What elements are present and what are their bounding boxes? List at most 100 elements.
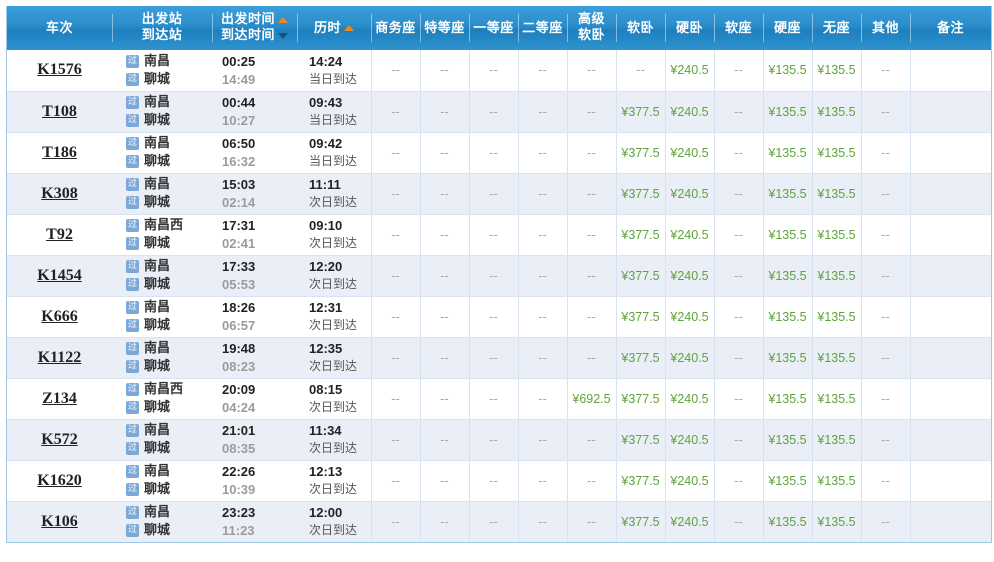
duration-value: 12:13: [309, 464, 343, 479]
train-code-link[interactable]: T186: [42, 144, 77, 161]
table-row[interactable]: K666 过南昌过聊城 18:26 06:57 12:31 次日到达 -- -- -- -- -- ¥…: [7, 296, 991, 338]
departure-station-name: 南昌: [144, 423, 171, 438]
column-header-no-seat[interactable]: 无座: [812, 6, 861, 50]
cell-soft-seat: --: [714, 460, 764, 502]
cell-no-seat: ¥135.5: [812, 173, 862, 215]
no-seat-price: ¥135.5: [817, 350, 856, 365]
train-code-link[interactable]: T92: [46, 226, 73, 243]
arrival-station-name: 聊城: [144, 71, 171, 87]
cell-premium-soft-sleeper: --: [567, 132, 617, 174]
cell-other: --: [861, 501, 911, 542]
column-header-train-code[interactable]: 车次: [7, 6, 112, 50]
other-unavailable: --: [881, 350, 890, 365]
station-list: 过南昌过聊城: [126, 423, 210, 456]
second-class-seat-unavailable: --: [538, 268, 547, 283]
table-row[interactable]: K1576 过南昌过聊城 00:25 14:49 14:24 当日到达 -- -- -- -- --…: [7, 50, 991, 92]
business-seat-unavailable: --: [391, 514, 400, 529]
sort-ascending-arrow-icon[interactable]: [344, 25, 354, 31]
train-code-link[interactable]: T108: [42, 103, 77, 120]
table-row[interactable]: T186 过南昌过聊城 06:50 16:32 09:42 当日到达 -- -- -- -- -- ¥…: [7, 132, 991, 174]
column-header-soft-sleeper[interactable]: 软卧: [616, 6, 665, 50]
cell-no-seat: ¥135.5: [812, 296, 862, 338]
cell-stations: 过南昌西过聊城: [112, 378, 212, 420]
train-code-link[interactable]: K666: [41, 308, 77, 325]
cell-times: 19:48 08:23: [212, 337, 297, 379]
departure-time: 18:26: [222, 300, 256, 315]
soft-sleeper-unavailable: --: [636, 63, 645, 78]
cell-business-seat: --: [371, 173, 421, 215]
column-header-other[interactable]: 其他: [861, 6, 910, 50]
cell-premium-soft-sleeper: --: [567, 50, 617, 92]
arrival-time: 02:14: [222, 195, 256, 210]
cell-hard-seat: ¥135.5: [763, 378, 813, 420]
cell-train-code: K666: [7, 296, 112, 338]
column-header-special-seat[interactable]: 特等座: [420, 6, 469, 50]
first-class-seat-unavailable: --: [489, 309, 498, 324]
arrival-time: 14:49: [222, 71, 256, 87]
other-unavailable: --: [881, 104, 890, 119]
column-header-station-from-label: 出发站: [141, 12, 183, 27]
cell-soft-sleeper: ¥377.5: [616, 214, 666, 256]
column-header-hard-seat[interactable]: 硬座: [763, 6, 812, 50]
table-row[interactable]: T108 过南昌过聊城 00:44 10:27 09:43 当日到达 -- -- -- -- -- ¥…: [7, 91, 991, 133]
soft-sleeper-price: ¥377.5: [621, 432, 660, 447]
cell-no-seat: ¥135.5: [812, 337, 862, 379]
train-code-link[interactable]: K1122: [38, 349, 82, 366]
sort-ascending-arrow-icon[interactable]: [278, 17, 288, 23]
train-code-link[interactable]: K308: [41, 185, 77, 202]
cell-times: 21:01 08:35: [212, 419, 297, 461]
cell-hard-sleeper: ¥240.5: [665, 501, 715, 542]
train-code-link[interactable]: Z134: [42, 390, 77, 407]
table-row[interactable]: Z134 过南昌西过聊城 20:09 04:24 08:15 次日到达 -- -- -- -- ¥6…: [7, 378, 991, 420]
soft-seat-unavailable: --: [734, 268, 743, 283]
train-code-link[interactable]: K1454: [37, 267, 81, 284]
table-row[interactable]: K572 过南昌过聊城 21:01 08:35 11:34 次日到达 -- -- -- -- -- ¥…: [7, 419, 991, 461]
column-header-first-class-seat[interactable]: 一等座: [469, 6, 518, 50]
cell-times: 18:26 06:57: [212, 296, 297, 338]
train-code-link[interactable]: K106: [41, 513, 77, 530]
second-class-seat-unavailable: --: [538, 104, 547, 119]
table-row[interactable]: K308 过南昌过聊城 15:03 02:14 11:11 次日到达 -- -- -- -- -- ¥…: [7, 173, 991, 215]
hard-sleeper-price: ¥240.5: [670, 309, 709, 324]
other-unavailable: --: [881, 391, 890, 406]
cell-hard-seat: ¥135.5: [763, 214, 813, 256]
column-header-premium-soft-sleeper[interactable]: 高级 软卧: [567, 6, 616, 50]
table-row[interactable]: T92 过南昌西过聊城 17:31 02:41 09:10 次日到达 -- -- -- -- -- ¥…: [7, 214, 991, 256]
column-header-times[interactable]: 出发时间 到达时间: [212, 6, 297, 50]
cell-hard-seat: ¥135.5: [763, 173, 813, 215]
duration-list: 14:24 当日到达: [309, 54, 369, 87]
pass-through-icon: 过: [126, 114, 139, 127]
soft-sleeper-price: ¥377.5: [621, 186, 660, 201]
station-list: 过南昌过聊城: [126, 136, 210, 169]
special-seat-unavailable: --: [440, 391, 449, 406]
column-header-stations[interactable]: 出发站 到达站: [112, 6, 212, 50]
column-header-business-seat[interactable]: 商务座: [371, 6, 420, 50]
second-class-seat-unavailable: --: [538, 186, 547, 201]
departure-station-name: 南昌: [144, 300, 171, 315]
train-code-link[interactable]: K1620: [37, 472, 81, 489]
cell-duration: 12:31 次日到达: [297, 296, 372, 338]
hard-sleeper-price: ¥240.5: [670, 145, 709, 160]
train-code-link[interactable]: K572: [41, 431, 77, 448]
table-row[interactable]: K1122 过南昌过聊城 19:48 08:23 12:35 次日到达 -- -- -- -- --…: [7, 337, 991, 379]
table-row[interactable]: K1454 过南昌过聊城 17:33 05:53 12:20 次日到达 -- -- -- -- --…: [7, 255, 991, 297]
cell-soft-seat: --: [714, 255, 764, 297]
no-seat-price: ¥135.5: [817, 104, 856, 119]
column-header-soft-seat[interactable]: 软座: [714, 6, 763, 50]
column-header-second-class-seat[interactable]: 二等座: [518, 6, 567, 50]
cell-times: 15:03 02:14: [212, 173, 297, 215]
sort-descending-arrow-icon[interactable]: [278, 33, 288, 39]
column-header-remark[interactable]: 备注: [910, 6, 991, 50]
cell-first-class-seat: --: [469, 132, 519, 174]
table-row[interactable]: K1620 过南昌过聊城 22:26 10:39 12:13 次日到达 -- -- -- -- --…: [7, 460, 991, 502]
cell-soft-seat: --: [714, 132, 764, 174]
column-header-duration[interactable]: 历时: [297, 6, 371, 50]
second-class-seat-unavailable: --: [538, 63, 547, 78]
station-list: 过南昌过聊城: [126, 464, 210, 497]
train-code-link[interactable]: K1576: [37, 61, 81, 78]
column-header-hard-sleeper[interactable]: 硬卧: [665, 6, 714, 50]
hard-seat-price: ¥135.5: [768, 514, 807, 529]
table-row[interactable]: K106 过南昌过聊城 23:23 11:23 12:00 次日到达 -- -- -- -- -- ¥…: [7, 501, 991, 542]
arrival-station-row: 过聊城: [126, 195, 210, 210]
cell-other: --: [861, 91, 911, 133]
